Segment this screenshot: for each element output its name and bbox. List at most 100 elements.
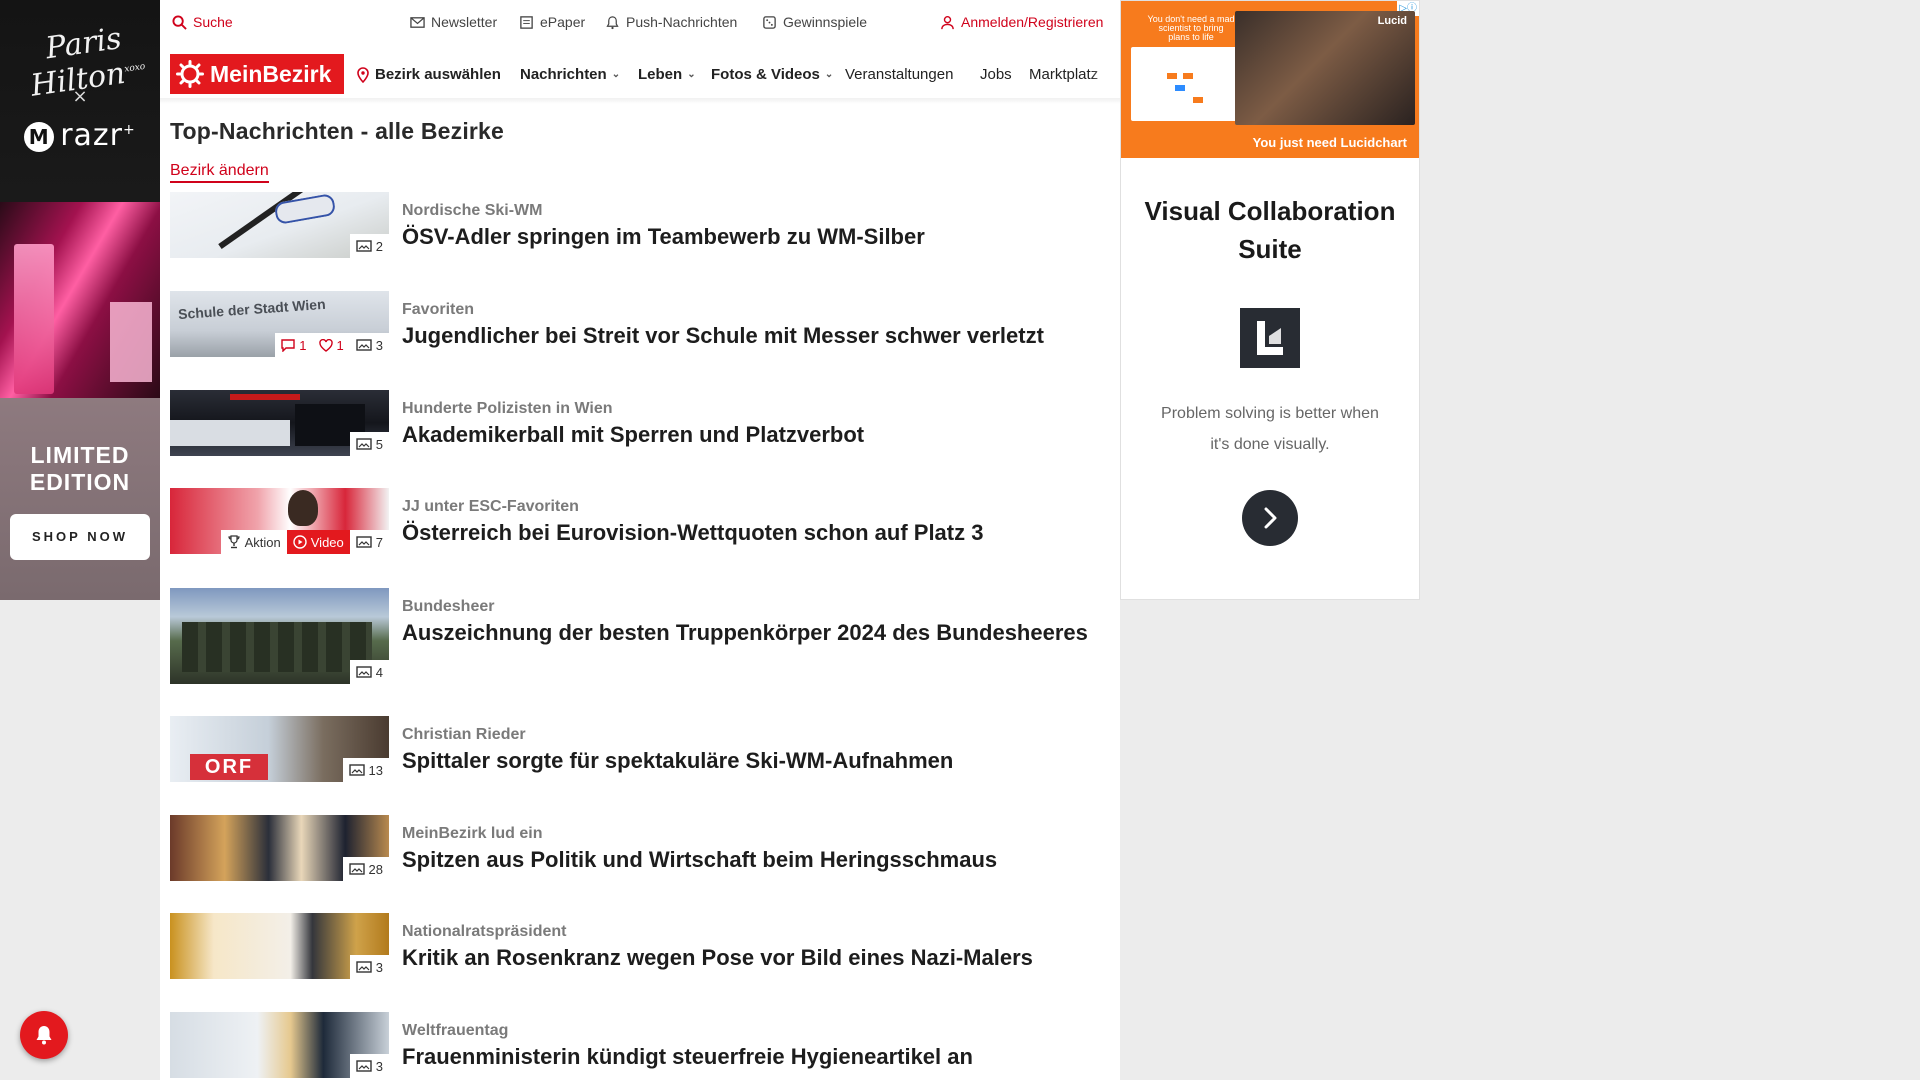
play-icon (293, 535, 307, 549)
gallery-icon (348, 863, 365, 875)
article-thumbnail[interactable]: ORF 13 (170, 716, 389, 782)
article-headline[interactable]: Frauenministerin kündigt steuerfreie Hyg… (402, 1042, 1122, 1072)
article-kicker: Christian Rieder (402, 726, 526, 743)
people-photo (1235, 11, 1415, 125)
shop-now-button[interactable]: SHOP NOW (10, 514, 150, 560)
comment-count-badge: 1 (275, 333, 313, 357)
meinbezirk-logo[interactable]: MeinBezirk (170, 54, 344, 94)
article-thumbnail[interactable]: 3 (170, 913, 389, 979)
article-kicker: Hunderte Polizisten in Wien (402, 400, 613, 417)
thumbnail-badges: 2 (349, 234, 389, 258)
nav-item-veranstaltungen[interactable]: Veranstaltungen (845, 66, 953, 83)
article-item[interactable]: 4 Bundesheer Auszeichnung der besten Tru… (170, 588, 1110, 688)
lucidchart-banner[interactable]: ▷ⓘ You don't need a mad scientist to bri… (1121, 1, 1419, 158)
article-thumbnail[interactable]: 5 (170, 390, 389, 456)
photo-count-badge: 3 (349, 333, 389, 357)
ad-tagline: Problem solving is better when it's done… (1161, 405, 1379, 453)
photo-count-badge: 4 (349, 660, 389, 684)
article-item[interactable]: Schule der Stadt Wien 1 1 3 Favoriten Ju… (170, 291, 1110, 361)
thumbnail-badges: 13 (342, 758, 389, 782)
nav-shadow (160, 98, 1120, 104)
article-kicker: Weltfrauentag (402, 1022, 509, 1039)
razr-logo: Mrazr+ (0, 118, 160, 153)
chevron-right-icon (1264, 507, 1277, 529)
perfume-box-image (110, 302, 152, 382)
article-headline[interactable]: Akademikerball mit Sperren und Platzverb… (402, 420, 1122, 450)
gallery-icon (356, 240, 372, 252)
nav-item-leben[interactable]: Leben ⌄ (638, 66, 696, 83)
gallery-icon (356, 666, 372, 678)
article-kicker: Bundesheer (402, 598, 495, 615)
gallery-icon (348, 764, 365, 776)
article-kicker: MeinBezirk lud ein (402, 825, 543, 842)
gallery-icon (356, 1060, 372, 1072)
thumbnail-badges: 5 (349, 432, 389, 456)
article-item[interactable]: 2 Nordische Ski-WM ÖSV-Adler springen im… (170, 192, 1110, 262)
article-item[interactable]: ORF 13 Christian Rieder Spittaler sorgte… (170, 716, 1110, 786)
orf-logo: ORF (190, 754, 268, 780)
photo-count-badge: 5 (349, 432, 389, 456)
select-district-button[interactable]: Bezirk auswählen (356, 66, 501, 83)
edition-label: EDITION (29, 469, 131, 495)
article-thumbnail[interactable]: 28 (170, 815, 389, 881)
trophy-icon (228, 535, 240, 549)
push-notifications-link[interactable]: Push-Nachrichten (605, 14, 737, 30)
photo-count-badge: 13 (342, 758, 389, 782)
banner-cta[interactable]: You just need Lucidchart (1253, 135, 1407, 150)
article-item[interactable]: Aktion Video 7 JJ unter ESC-Favoriten Ös… (170, 488, 1110, 558)
bell-icon (36, 1026, 52, 1045)
article-item[interactable]: 5 Hunderte Polizisten in Wien Akademiker… (170, 390, 1110, 460)
photo-count-badge: 2 (349, 234, 389, 258)
article-headline[interactable]: Spittaler sorgte für spektakuläre Ski-WM… (402, 746, 1122, 776)
limited-label: LIMITED (30, 442, 130, 468)
thumbnail-badges: 1 1 3 (275, 333, 389, 357)
right-display-ad[interactable]: ▷ⓘ You don't need a mad scientist to bri… (1120, 0, 1420, 600)
article-headline[interactable]: Österreich bei Eurovision-Wettquoten sch… (402, 518, 1122, 548)
article-thumbnail[interactable]: Aktion Video 7 (170, 488, 389, 554)
article-kicker: Favoriten (402, 301, 475, 318)
chevron-down-icon: ⌄ (687, 69, 696, 80)
article-thumbnail[interactable]: 3 (170, 1012, 389, 1078)
envelope-icon (410, 16, 425, 28)
gallery-icon (356, 438, 372, 450)
main-nav: MeinBezirk Bezirk auswählen Nachrichten ⌄… (160, 54, 1120, 98)
search-icon (172, 14, 187, 30)
newsletter-link[interactable]: Newsletter (410, 14, 497, 30)
login-link[interactable]: Anmelden/Registrieren (940, 14, 1103, 30)
article-thumbnail[interactable]: Schule der Stadt Wien 1 1 3 (170, 291, 389, 357)
article-headline[interactable]: Jugendlicher bei Streit vor Schule mit M… (402, 321, 1122, 351)
epaper-link[interactable]: ePaper (519, 14, 585, 30)
chevron-down-icon: ⌄ (611, 69, 621, 80)
article-thumbnail[interactable]: 2 (170, 192, 389, 258)
motorola-icon: M (24, 121, 55, 152)
location-pin-icon (357, 66, 369, 83)
article-headline[interactable]: Auszeichnung der besten Truppenkörper 20… (402, 618, 1122, 648)
ad-brand-area: Paris Hiltonxoxo × Mrazr+ (0, 0, 160, 202)
notification-bell-button[interactable] (20, 1011, 68, 1059)
page-title: Top-Nachrichten - alle Bezirke (170, 118, 505, 144)
search-link[interactable]: Suche (172, 14, 233, 30)
change-district-link[interactable]: Bezirk ändern (170, 162, 269, 183)
ad-next-button[interactable] (1242, 490, 1298, 546)
nav-item-jobs[interactable]: Jobs (980, 66, 1012, 83)
gewinnspiele-link[interactable]: Gewinnspiele (762, 14, 867, 30)
thumbnail-badges: Aktion Video 7 (220, 530, 389, 554)
article-thumbnail[interactable]: 4 (170, 588, 389, 684)
nav-item-fotos-videos[interactable]: Fotos & Videos ⌄ (711, 66, 833, 83)
utility-bar: Suche Newsletter ePaper Push-Nachrichten… (160, 0, 1120, 46)
article-headline[interactable]: ÖSV-Adler springen im Teambewerb zu WM-S… (402, 222, 1122, 252)
diagram-screen-image (1131, 47, 1239, 121)
thumbnail-badges: 28 (342, 857, 389, 881)
article-item[interactable]: 3 Weltfrauentag Frauenministerin kündigt… (170, 1012, 1110, 1080)
ad-title: Visual Collaboration Suite (1144, 196, 1396, 264)
nav-item-nachrichten[interactable]: Nachrichten ⌄ (520, 66, 620, 83)
article-item[interactable]: 28 MeinBezirk lud ein Spitzen aus Politi… (170, 815, 1110, 885)
article-headline[interactable]: Spitzen aus Politik und Wirtschaft beim … (402, 845, 1122, 875)
left-skyscraper-ad[interactable]: ▷ⓘ Paris Hiltonxoxo × Mrazr+ LIMITED EDI… (0, 0, 160, 600)
gallery-icon (356, 961, 372, 973)
nav-item-marktplatz[interactable]: Marktplatz (1029, 66, 1098, 83)
article-headline[interactable]: Kritik an Rosenkranz wegen Pose vor Bild… (402, 943, 1122, 973)
thumbnail-badges: 4 (349, 660, 389, 684)
article-item[interactable]: 3 Nationalratspräsident Kritik an Rosenk… (170, 913, 1110, 983)
bell-icon (606, 15, 619, 29)
